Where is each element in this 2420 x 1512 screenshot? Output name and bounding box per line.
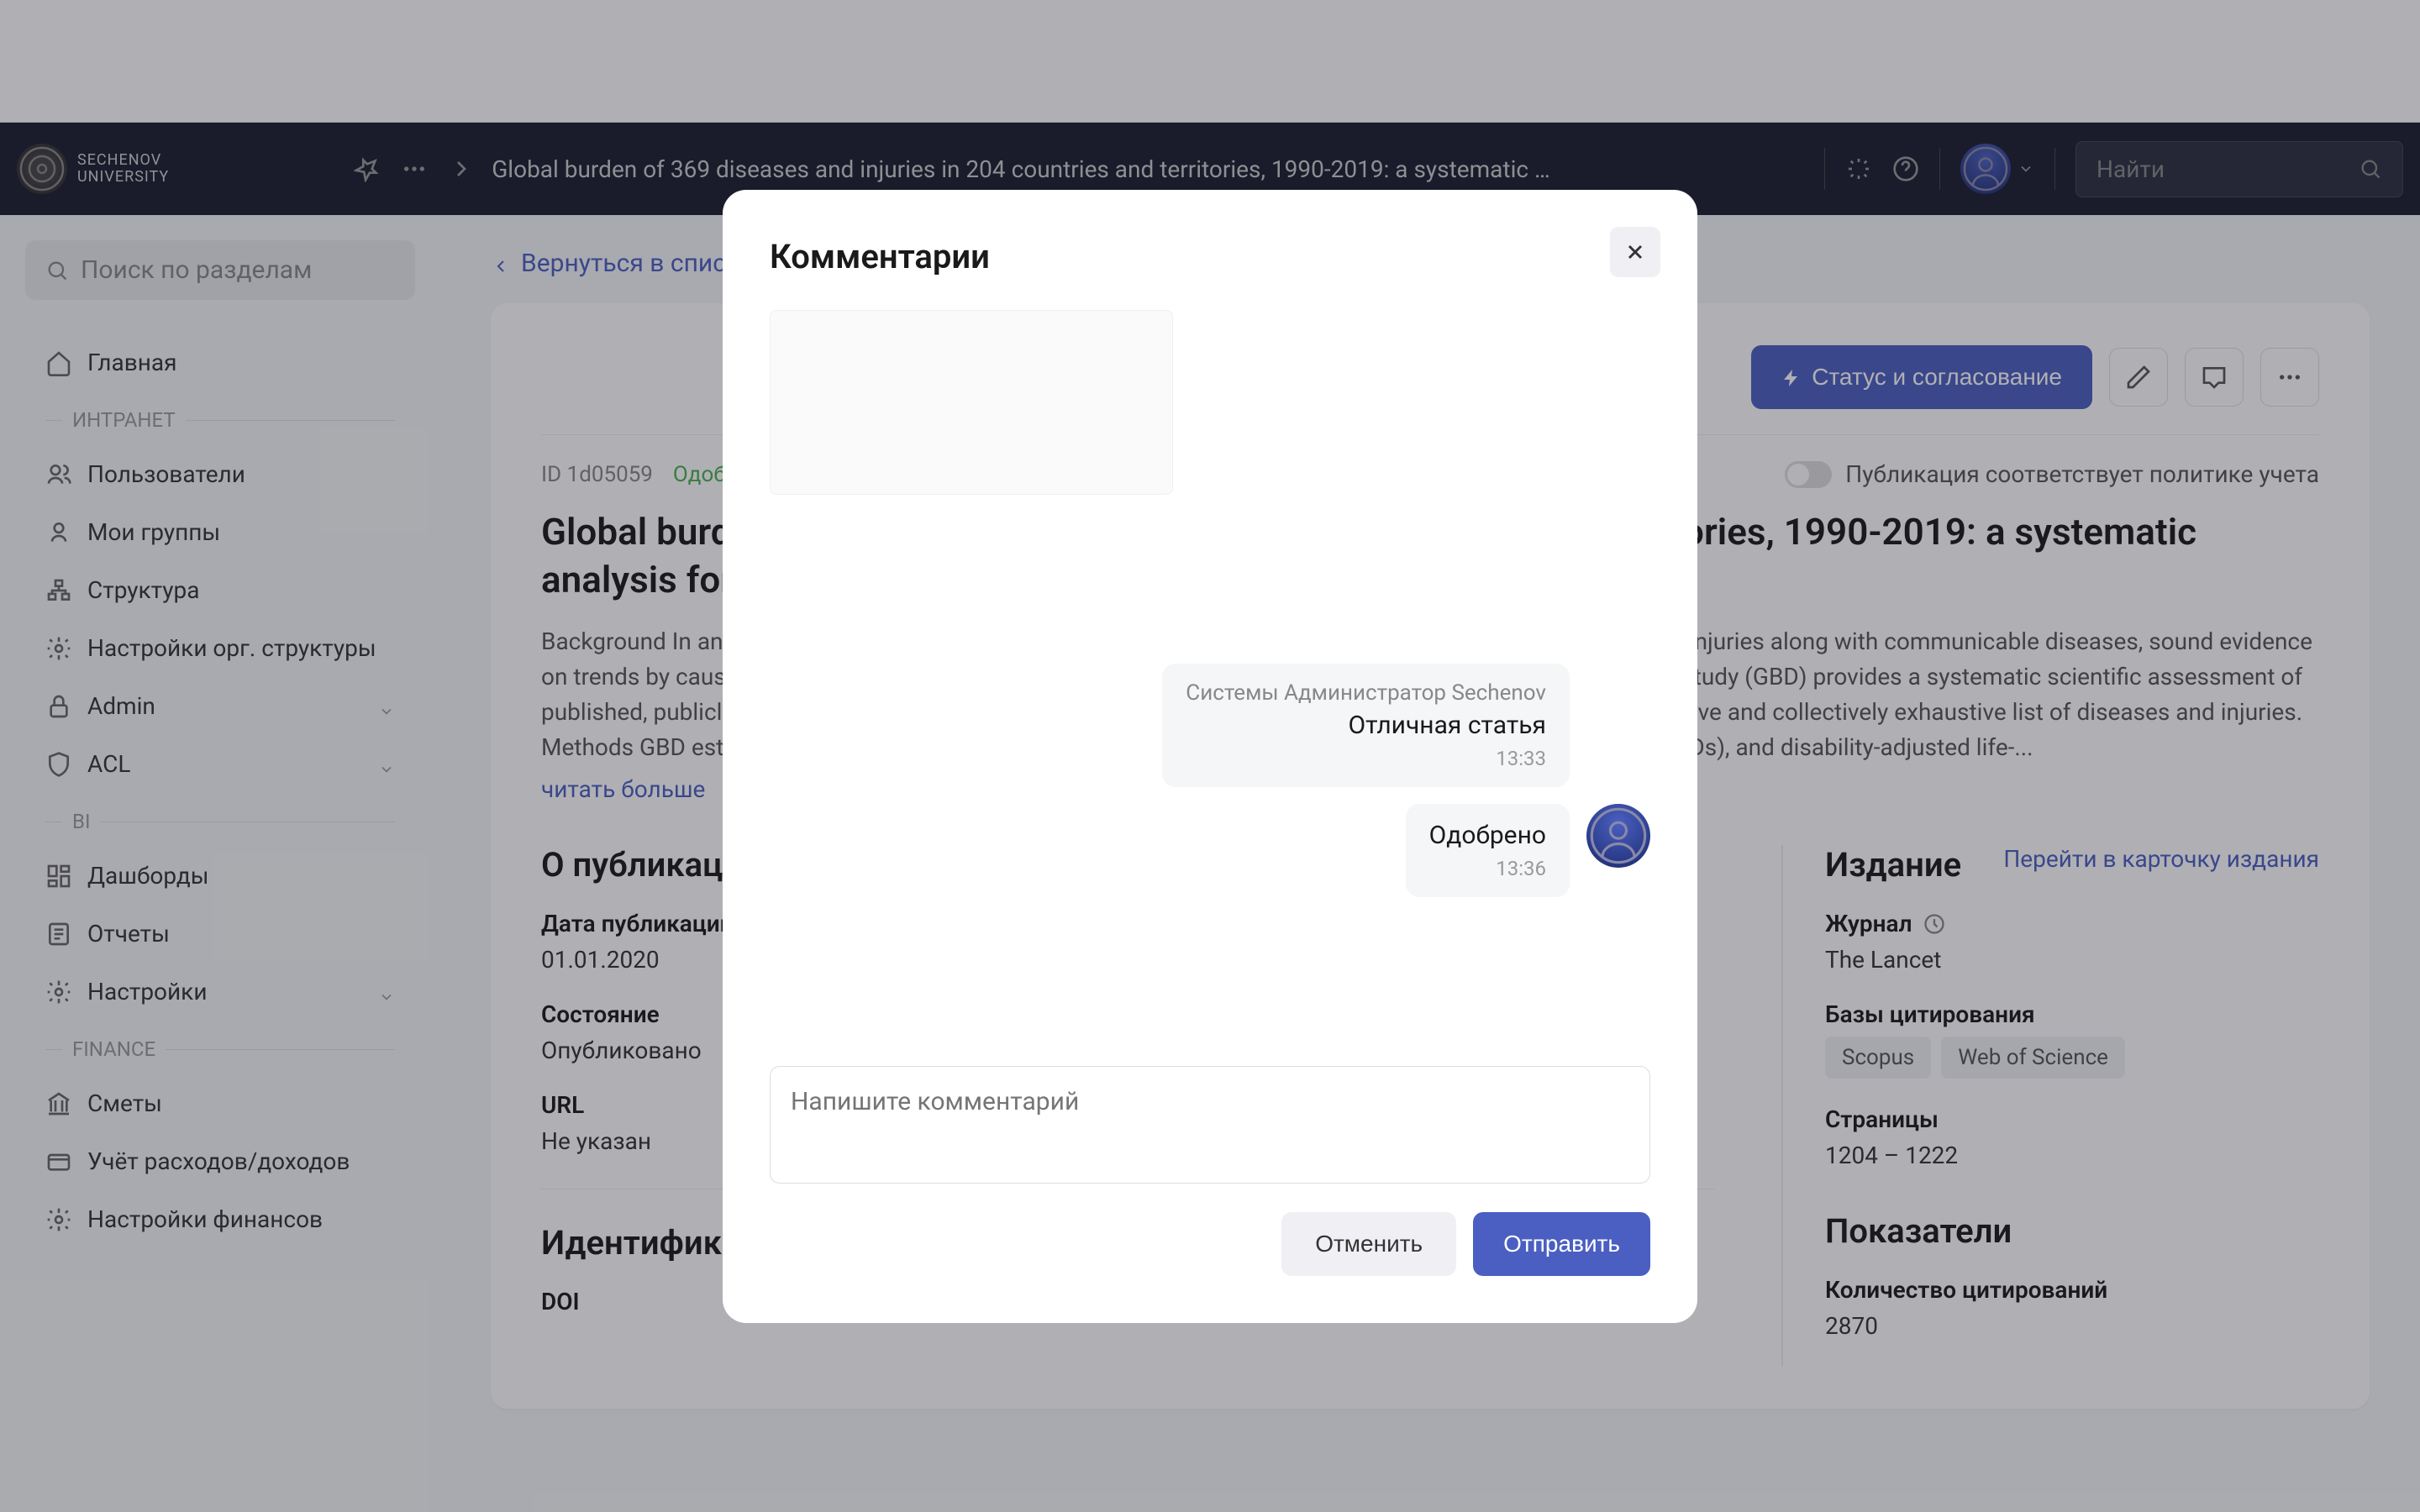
comment-bubble: Системы Администратор Sechenov Отличная … <box>1162 664 1570 787</box>
comment-thread: Системы Администратор Sechenov Отличная … <box>770 520 1650 1041</box>
comment-time: 13:33 <box>1186 747 1546 770</box>
close-icon <box>1623 240 1647 264</box>
comments-modal: Комментарии Системы Администратор Sechen… <box>723 190 1697 1323</box>
cancel-button[interactable]: Отменить <box>1281 1212 1456 1276</box>
modal-close-button[interactable] <box>1610 227 1660 277</box>
comment-avatar <box>1586 804 1650 868</box>
comment-author: Системы Администратор Sechenov <box>1186 680 1546 706</box>
modal-title: Комментарии <box>770 237 1650 276</box>
comment-input[interactable] <box>770 1066 1650 1184</box>
submit-button[interactable]: Отправить <box>1473 1212 1650 1276</box>
comment-text: Одобрено <box>1429 821 1546 850</box>
comment-time: 13:36 <box>1429 857 1546 880</box>
comment-bubble: Одобрено 13:36 <box>1406 804 1570 897</box>
modal-overlay[interactable]: Комментарии Системы Администратор Sechen… <box>0 0 2420 1512</box>
attachment-preview <box>770 310 1173 495</box>
comment-text: Отличная статья <box>1186 711 1546 740</box>
